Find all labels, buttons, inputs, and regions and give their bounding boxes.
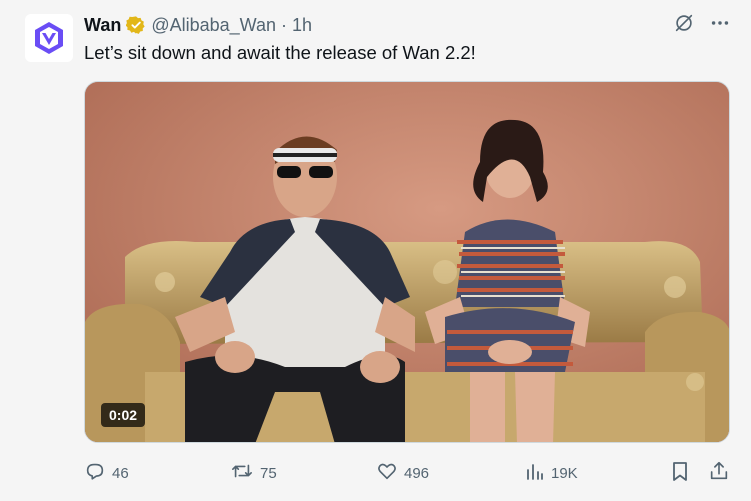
verified-badge-icon[interactable] [126, 15, 146, 35]
repost-button[interactable]: 75 [230, 460, 277, 486]
tweet-header: Wan @Alibaba_Wan · 1h [84, 14, 312, 36]
author-handle[interactable]: @Alibaba_Wan [151, 15, 276, 36]
tweet-text: Let’s sit down and await the release of … [84, 42, 476, 63]
views-button[interactable]: 19K [525, 460, 578, 486]
share-button[interactable] [708, 460, 730, 486]
heart-icon [376, 460, 398, 486]
repost-icon [230, 460, 254, 486]
views-count: 19K [551, 464, 578, 482]
timestamp[interactable]: 1h [292, 15, 312, 36]
bookmark-button[interactable] [670, 460, 690, 486]
reply-button[interactable]: 46 [84, 460, 129, 486]
share-icon [708, 460, 730, 486]
author-name[interactable]: Wan [84, 15, 121, 36]
reply-icon [84, 460, 106, 486]
more-icon[interactable] [709, 12, 731, 34]
video-duration: 0:02 [101, 403, 146, 427]
bookmark-icon [670, 460, 690, 486]
grok-icon[interactable] [673, 12, 695, 34]
views-icon [525, 460, 545, 486]
top-actions [673, 12, 731, 34]
wan-logo-icon [35, 22, 63, 54]
repost-count: 75 [260, 464, 277, 482]
action-bar: 46 75 496 19K [84, 460, 734, 486]
separator-dot: · [281, 14, 288, 35]
like-button[interactable]: 496 [376, 460, 429, 486]
avatar[interactable] [25, 14, 73, 62]
video-player[interactable]: 0:02 [84, 81, 730, 443]
video-thumbnail [85, 82, 729, 442]
reply-count: 46 [112, 464, 129, 482]
like-count: 496 [404, 464, 430, 482]
